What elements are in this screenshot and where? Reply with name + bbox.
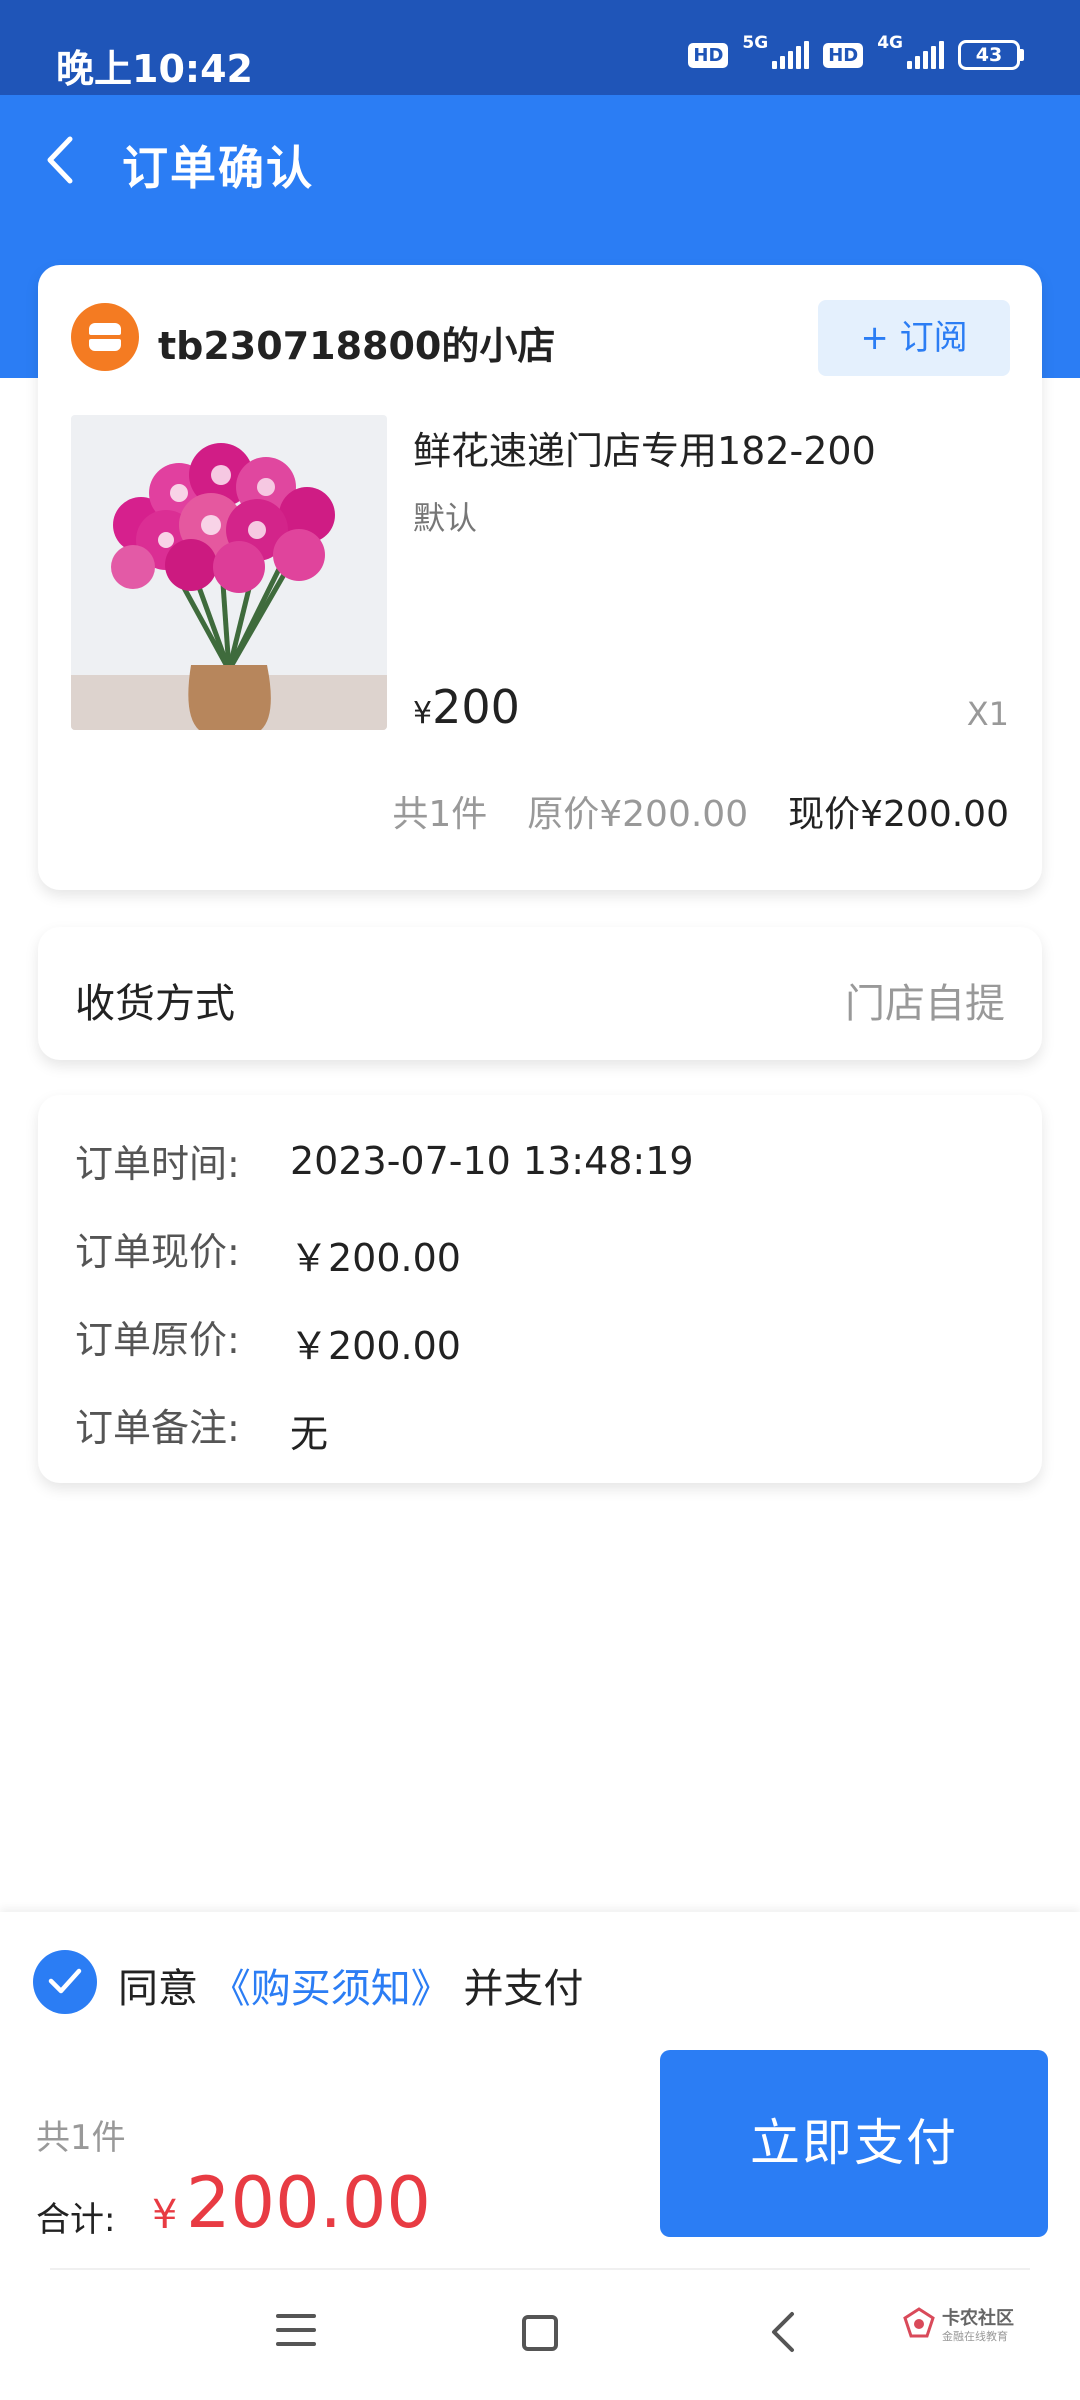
agree-prefix: 同意 [118, 1966, 198, 2012]
delivery-card[interactable]: 收货方式 门店自提 [38, 927, 1042, 1060]
summary-original-price: 原价¥200.00 [527, 794, 749, 835]
info-key: 订单现价: [75, 1230, 240, 1274]
network-type-4g: 4G [877, 33, 903, 53]
hd-badge-2: HD [823, 42, 864, 68]
shop-product-card: tb230718800的小店 + 订阅 鲜花速递门店专用182-200 默认 ¥… [38, 265, 1042, 890]
watermark-logo-icon [903, 2307, 935, 2338]
shop-name[interactable]: tb230718800的小店 [158, 315, 555, 370]
product-title[interactable]: 鲜花速递门店专用182-200 [413, 420, 876, 475]
agree-suffix: 并支付 [463, 1966, 584, 2012]
agree-checkbox[interactable] [33, 1950, 97, 2014]
product-image[interactable] [71, 415, 387, 730]
price-value: 200 [432, 680, 520, 734]
info-value: 2023-07-10 13:48:19 [290, 1139, 694, 1183]
order-info-card: 订单时间: 2023-07-10 13:48:19 订单现价: ￥200.00 … [38, 1095, 1042, 1483]
menu-icon[interactable] [276, 2312, 316, 2348]
battery-level: 43 [958, 40, 1020, 70]
signal-icon [772, 41, 810, 69]
info-key: 订单时间: [75, 1142, 240, 1186]
info-value: 无 [290, 1412, 329, 1456]
summary-count: 共1件 [392, 794, 488, 835]
purchase-notice-link[interactable]: 《购买须知》 [211, 1966, 451, 2012]
product-price: ¥200 [413, 680, 520, 734]
divider [50, 2268, 1030, 2270]
watermark-subtext: 金融在线教育 [942, 2330, 1008, 2343]
info-value: ￥200.00 [290, 1236, 461, 1280]
total-count: 共1件 [36, 2118, 126, 2158]
product-quantity: X1 [966, 695, 1009, 733]
signal-icon-2 [907, 41, 944, 69]
status-time: 晚上10:42 [56, 47, 253, 91]
delivery-value: 门店自提 [845, 981, 1005, 1027]
delivery-label: 收货方式 [75, 981, 235, 1027]
total-label: 合计: [36, 2200, 116, 2240]
battery-icon: 43 [958, 40, 1024, 70]
checkout-bar: 同意 《购买须知》 并支付 共1件 合计: ¥ 200.00 立即支付 卡农社区… [0, 1912, 1080, 2400]
price-symbol: ¥ [413, 696, 433, 731]
summary-current-price: 现价¥200.00 [788, 794, 1009, 835]
pink-carnation-bouquet-icon [71, 415, 387, 730]
check-icon [48, 1968, 82, 1994]
watermark: 卡农社区 金融在线教育 [902, 2302, 1022, 2352]
subscribe-button[interactable]: + 订阅 [818, 300, 1010, 376]
pay-now-button[interactable]: 立即支付 [660, 2050, 1048, 2237]
info-key: 订单备注: [75, 1406, 240, 1450]
hd-badge: HD [688, 42, 729, 68]
watermark-text: 卡农社区 [942, 2308, 1014, 2329]
page-title: 订单确认 [122, 141, 314, 195]
back-arrow-icon[interactable] [36, 125, 86, 195]
info-value: ￥200.00 [290, 1324, 461, 1368]
network-type-5g: 5G [742, 33, 769, 53]
order-summary: 共1件 原价¥200.00 现价¥200.00 [392, 785, 1009, 837]
status-icons: HD 5G HD 4G 43 [688, 33, 1024, 70]
shop-logo-icon [71, 303, 139, 371]
total-currency-symbol: ¥ [152, 2192, 178, 2238]
home-icon[interactable] [522, 2315, 558, 2351]
agree-text: 同意 《购买须知》 并支付 [118, 1956, 583, 2014]
status-bar: 晚上10:42 HD 5G HD 4G 43 [0, 0, 1080, 95]
nav-back-icon[interactable] [768, 2310, 798, 2354]
info-key: 订单原价: [75, 1318, 240, 1362]
total-amount: 200.00 [186, 2162, 431, 2244]
product-spec: 默认 [413, 499, 478, 537]
